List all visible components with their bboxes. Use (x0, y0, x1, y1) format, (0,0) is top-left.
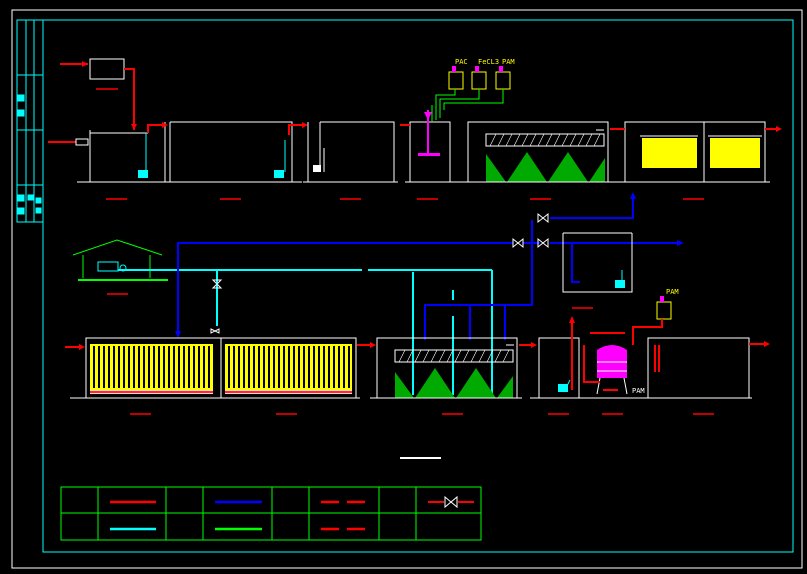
valve-icons (210, 212, 549, 334)
tank-hydrolysis (167, 121, 308, 200)
screen-outlet-pipe (124, 68, 135, 130)
tank-regulating (77, 122, 168, 200)
screen-box (89, 58, 125, 80)
tank-filter-top (610, 121, 782, 200)
drawing-frame (42, 19, 794, 553)
legend-valve-icon (444, 495, 458, 509)
chem-label-fecl3: FeCL3 (478, 58, 499, 66)
tank-anoxic (303, 121, 398, 200)
tank-settling-top (467, 121, 609, 200)
tank-sludge-sump (538, 316, 580, 415)
tank-final (647, 337, 770, 415)
right-chem-tank: PAM (632, 288, 679, 345)
tank-coagulation (400, 110, 451, 200)
second-inlet-pipe (48, 138, 89, 146)
air-arrow-up (630, 192, 636, 199)
air-arrow-down (175, 331, 181, 338)
sludge-press: PAM (583, 332, 645, 415)
air-arrow-right (677, 240, 684, 246)
chem-tanks: PAC FeCL3 PAM (431, 58, 515, 122)
blower-house (72, 239, 168, 295)
air-pipe (177, 196, 680, 340)
top-inlet-pipe (60, 61, 88, 67)
chem-label-pac: PAC (455, 58, 468, 66)
title-strip (16, 19, 44, 223)
right-chem-label: PAM (666, 288, 679, 296)
bottom-inlet-pipe (65, 344, 85, 350)
legend-table (60, 486, 482, 541)
tank-clearwater (562, 232, 633, 309)
chem-label-pam: PAM (502, 58, 515, 66)
tank-mbr (70, 337, 376, 415)
process-flow-diagram: PAC FeCL3 PAM PAM PAM (11, 9, 803, 569)
press-label: PAM (632, 387, 645, 395)
outer-frame (11, 9, 803, 569)
